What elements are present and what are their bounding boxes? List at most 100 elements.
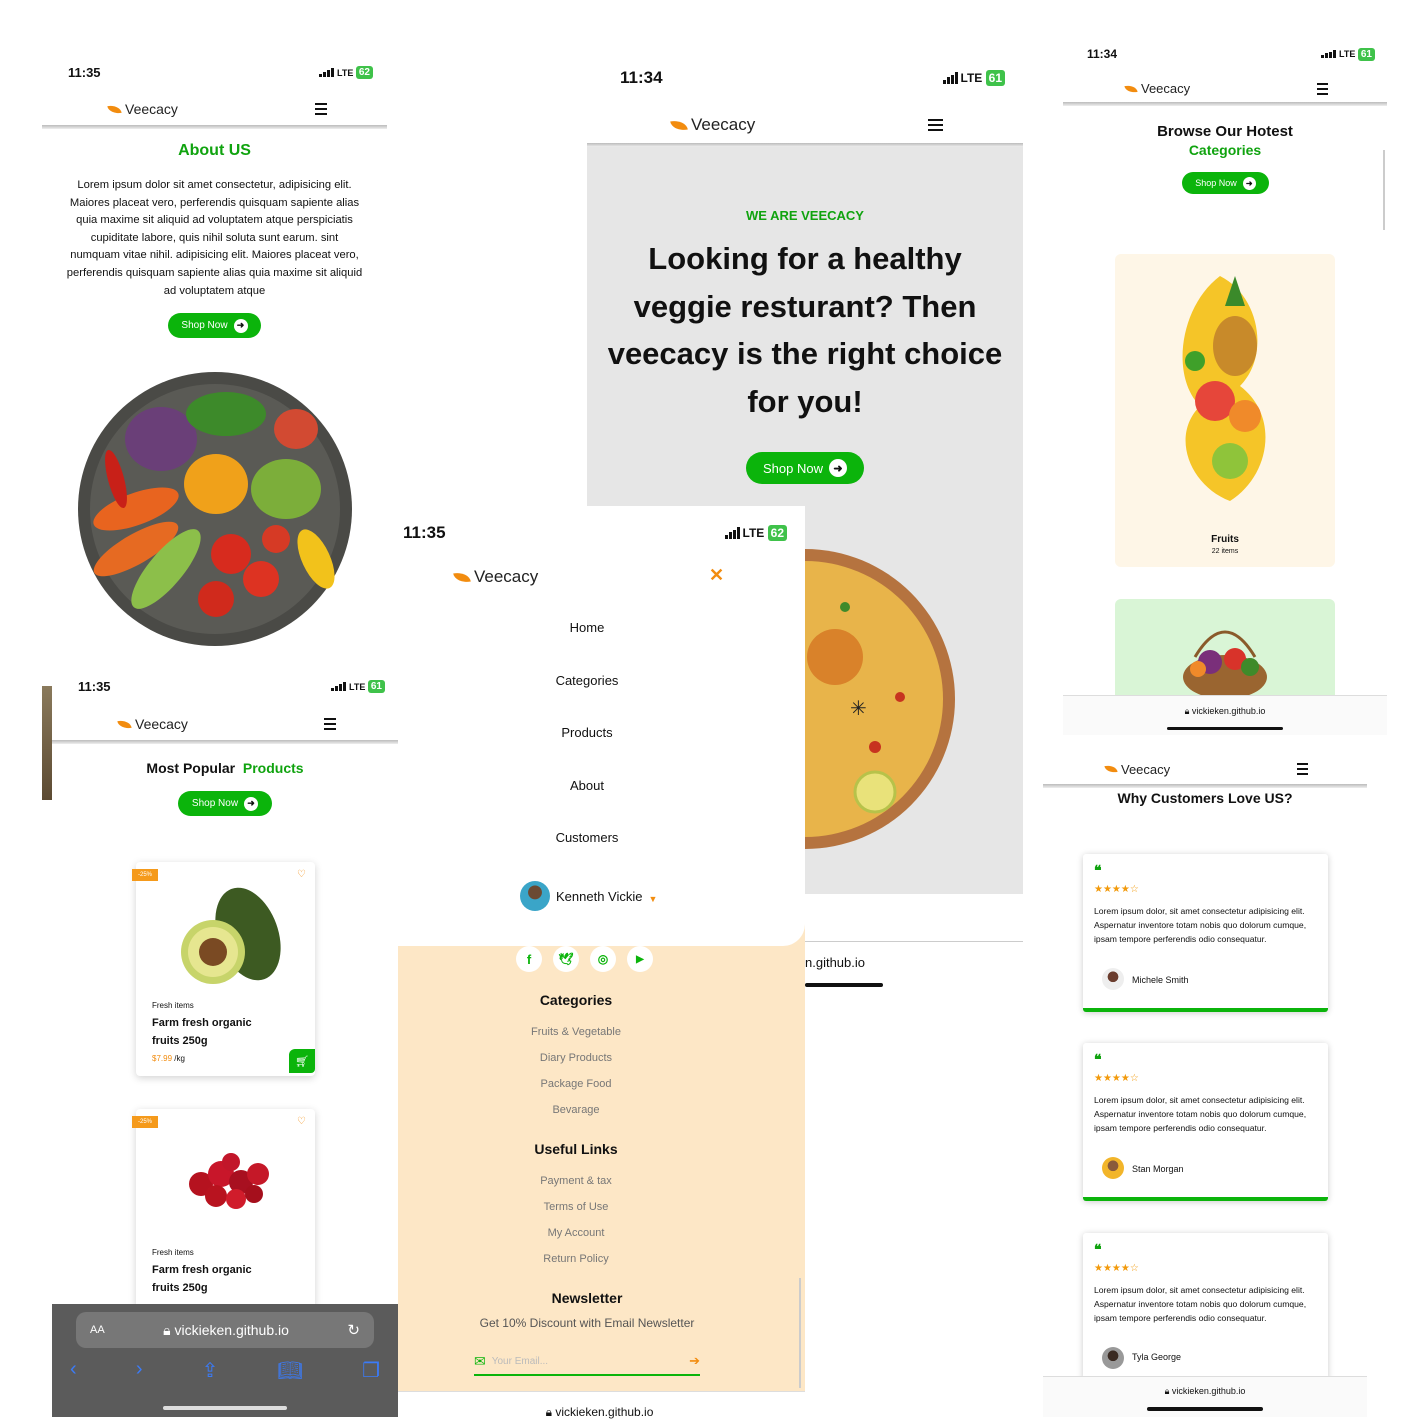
menu-item-categories[interactable]: Categories <box>394 673 780 688</box>
tabs-icon[interactable]: ❐ <box>362 1358 380 1383</box>
close-icon[interactable]: ✕ <box>709 565 724 586</box>
facebook-icon[interactable]: f <box>516 946 542 972</box>
back-icon[interactable]: ‹ <box>70 1358 77 1383</box>
about-panel: 11:35 LTE 62 Veecacy About US Lorem ipsu… <box>42 55 387 655</box>
menu-item-home[interactable]: Home <box>394 620 780 635</box>
url-bar-fragment[interactable]: n.github.io <box>805 955 865 970</box>
rating-stars: ★★★★☆ <box>1094 1263 1139 1274</box>
add-to-cart-button[interactable]: 🛒︎ <box>289 1049 315 1073</box>
status-time: 11:35 <box>78 679 111 694</box>
shop-now-button[interactable]: Shop Now ➜ <box>168 313 261 338</box>
product-card[interactable]: -25% ♡ Fresh items Farm fresh organic fr… <box>132 1109 315 1309</box>
hamburger-menu-icon[interactable] <box>1297 763 1308 775</box>
category-card-fruits[interactable]: Fruits 22 items <box>1115 254 1335 567</box>
footer-link[interactable]: Return Policy <box>394 1253 758 1265</box>
bookmarks-icon[interactable]: 📖︎ <box>278 1358 303 1383</box>
envelope-icon: ✉ <box>474 1352 486 1369</box>
heart-icon[interactable]: ♡ <box>297 869 306 880</box>
signal-icon <box>319 68 335 77</box>
youtube-icon[interactable]: ▶ <box>627 946 653 972</box>
footer-link[interactable]: Payment & tax <box>394 1175 758 1187</box>
hamburger-menu-icon[interactable] <box>928 119 943 131</box>
scrollbar[interactable] <box>799 1278 801 1388</box>
avatar <box>1102 1347 1124 1369</box>
shop-now-button[interactable]: Shop Now ➜ <box>1182 172 1269 194</box>
status-time: 11:35 <box>68 65 101 80</box>
status-bar: 11:35 LTE 62 <box>68 65 373 80</box>
shop-now-button[interactable]: Shop Now ➜ <box>746 452 864 484</box>
leaf-icon <box>1124 83 1138 94</box>
product-tag: Fresh items <box>152 1248 194 1257</box>
menu-item-about[interactable]: About <box>394 778 780 793</box>
menu-item-customers[interactable]: Customers <box>394 830 780 845</box>
quote-icon: ❝ <box>1094 1241 1102 1257</box>
hamburger-menu-icon[interactable] <box>324 718 336 730</box>
cart-icon: 🛒︎ <box>295 1055 309 1068</box>
brand-logo[interactable]: Veecacy <box>1124 81 1190 96</box>
category-name: Fruits <box>1211 534 1239 545</box>
footer-link[interactable]: Terms of Use <box>394 1201 758 1213</box>
avatar <box>1102 968 1124 990</box>
reviewer-name: Stan Morgan <box>1132 1164 1184 1174</box>
brand-logo[interactable]: Veecacy <box>117 716 188 732</box>
shop-now-button[interactable]: Shop Now ➜ <box>178 791 272 816</box>
product-name: fruits 250g <box>152 1035 208 1047</box>
user-name: Kenneth Vickie <box>556 888 643 904</box>
product-name: Farm fresh organic <box>152 1264 252 1276</box>
safari-url-bar[interactable]: AA 🔒︎ vickieken.github.io ↻ <box>76 1312 374 1348</box>
footer-link[interactable]: Fruits & Vegetable <box>394 1026 758 1038</box>
user-menu[interactable]: Kenneth Vickie ▼ <box>520 881 657 911</box>
footer-link[interactable]: Package Food <box>394 1078 758 1090</box>
product-card[interactable]: -25% ♡ Fresh items Farm fresh organic fr… <box>132 862 315 1076</box>
footer-link[interactable]: Bevarage <box>394 1104 758 1116</box>
battery-icon: 61 <box>985 70 1005 86</box>
leaf-icon <box>107 103 122 115</box>
status-time: 11:34 <box>620 68 663 87</box>
hero-headline: Looking for a healthy veggie resturant? … <box>607 241 1003 419</box>
discount-badge: -25% <box>132 869 159 881</box>
footer-useful-links-title: Useful Links <box>534 1141 618 1157</box>
reviewer-name: Michele Smith <box>1132 975 1189 985</box>
text-size-button[interactable]: AA <box>90 1324 105 1336</box>
biryani-plate-image: ✳ <box>805 549 955 849</box>
about-body: Lorem ipsum dolor sit amet consectetur, … <box>66 179 363 297</box>
share-icon[interactable]: ⇪ <box>202 1358 219 1383</box>
brand-logo[interactable]: Veecacy <box>453 567 538 587</box>
heart-icon[interactable]: ♡ <box>297 1116 306 1127</box>
leaf-icon <box>1104 764 1118 774</box>
categories-panel: 11:34 LTE 61 Veecacy Browse Our Hotest C… <box>1063 35 1387 735</box>
forward-icon[interactable]: › <box>136 1358 143 1383</box>
product-name: Farm fresh organic <box>152 1017 252 1029</box>
footer-categories-title: Categories <box>539 992 613 1008</box>
review-text: Lorem ipsum dolor, sit amet consectetur … <box>1094 1095 1307 1133</box>
send-arrow-icon[interactable]: ➔ <box>689 1353 700 1369</box>
svg-text:✳: ✳ <box>850 698 867 720</box>
footer-link[interactable]: Diary Products <box>394 1052 758 1064</box>
scrollbar[interactable] <box>1383 150 1385 230</box>
reload-icon[interactable]: ↻ <box>347 1321 360 1339</box>
category-card-vegetables[interactable] <box>1115 599 1335 695</box>
social-links: f 🕊︎ ◎ ▶ <box>516 946 653 972</box>
arrow-right-icon: ➜ <box>828 459 847 477</box>
avatar <box>520 881 550 911</box>
footer-link[interactable]: My Account <box>394 1227 758 1239</box>
safari-url-bar[interactable]: 🔒︎ vickieken.github.io <box>1063 695 1387 735</box>
menu-item-products[interactable]: Products <box>394 725 780 740</box>
brand-logo[interactable]: Veecacy <box>670 115 755 135</box>
quote-icon: ❝ <box>1094 1051 1102 1067</box>
arrow-right-icon: ➜ <box>233 318 248 333</box>
brand-logo[interactable]: Veecacy <box>1104 762 1170 777</box>
email-input[interactable]: Your Email... <box>492 1356 683 1367</box>
safari-url-bar[interactable]: 🔒︎ vickieken.github.io <box>1043 1376 1367 1417</box>
hamburger-menu-icon[interactable] <box>315 103 327 115</box>
twitter-icon[interactable]: 🕊︎ <box>553 946 579 972</box>
hamburger-menu-icon[interactable] <box>1317 82 1328 95</box>
safari-url-bar[interactable]: 🔒︎ vickieken.github.io <box>394 1391 805 1419</box>
brand-logo[interactable]: Veecacy <box>107 101 178 117</box>
categories-title: Browse Our Hotest <box>1157 123 1293 140</box>
avatar <box>1102 1157 1124 1179</box>
instagram-icon[interactable]: ◎ <box>590 946 616 972</box>
arrow-right-icon: ➜ <box>1242 176 1256 190</box>
review-card: ❝ ★★★★☆ Lorem ipsum dolor, sit amet cons… <box>1083 854 1328 1012</box>
review-card: ❝ ★★★★☆ Lorem ipsum dolor, sit amet cons… <box>1083 1233 1328 1383</box>
